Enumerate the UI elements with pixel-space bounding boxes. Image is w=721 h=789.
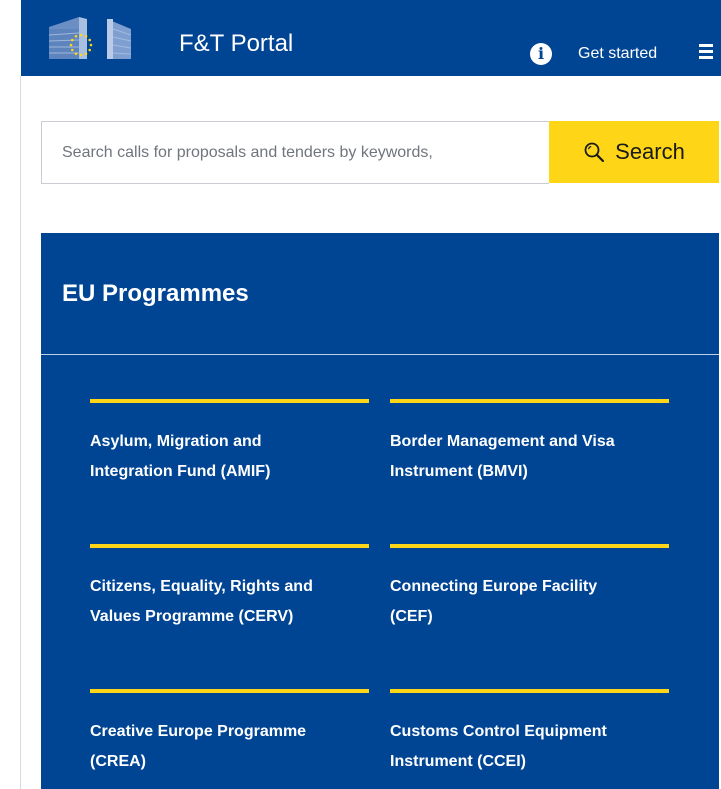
panel-divider <box>41 354 719 355</box>
info-icon[interactable]: i <box>530 43 552 65</box>
programme-label: Connecting Europe Facility (CEF) <box>390 572 660 632</box>
search-button[interactable]: Search <box>549 121 719 183</box>
panel-title: EU Programmes <box>62 280 249 307</box>
get-started-link[interactable]: Get started <box>578 44 657 64</box>
app-title[interactable]: F&T Portal <box>179 30 293 58</box>
programme-label: Asylum, Migration and Integration Fund (… <box>90 427 360 487</box>
eu-programmes-panel: EU Programmes Asylum, Migration and Inte… <box>41 233 719 789</box>
programme-label-line1: Customs Control Equipment <box>390 723 607 740</box>
left-gutter <box>0 0 21 789</box>
programme-label: Border Management and Visa Instrument (B… <box>390 427 660 487</box>
search-input[interactable] <box>41 121 549 184</box>
programme-label-line2: Instrument (CCEI) <box>390 753 526 770</box>
programme-label-line1: Asylum, Migration and <box>90 433 262 450</box>
hamburger-menu-icon[interactable] <box>699 44 713 60</box>
programme-label-line2: Values Programme (CERV) <box>90 608 294 625</box>
programme-label-line1: Connecting Europe Facility <box>390 578 598 595</box>
programme-accent-bar <box>390 689 669 693</box>
programme-accent-bar <box>390 544 669 548</box>
programme-accent-bar <box>90 399 369 403</box>
programme-label: Customs Control Equipment Instrument (CC… <box>390 717 660 777</box>
page: F&T Portal i Get started Search EU Progr… <box>0 0 721 789</box>
top-header: F&T Portal i Get started <box>21 0 721 76</box>
programme-label-line2: (CEF) <box>390 608 433 625</box>
programme-label: Creative Europe Programme (CREA) <box>90 717 360 777</box>
magnifier-icon <box>584 142 605 163</box>
programme-label-line1: Citizens, Equality, Rights and <box>90 578 313 595</box>
programme-label-line2: Instrument (BMVI) <box>390 463 528 480</box>
programme-label-line1: Creative Europe Programme <box>90 723 307 740</box>
left-gutter-border <box>20 76 21 789</box>
programme-label-line2: (CREA) <box>90 753 146 770</box>
programme-accent-bar <box>90 689 369 693</box>
programme-label-line1: Border Management and Visa <box>390 433 615 450</box>
programme-accent-bar <box>90 544 369 548</box>
search-button-label: Search <box>615 139 685 164</box>
programme-label-line2: Integration Fund (AMIF) <box>90 463 271 480</box>
european-commission-logo-icon[interactable] <box>35 15 145 61</box>
programme-label: Citizens, Equality, Rights and Values Pr… <box>90 572 360 632</box>
programme-accent-bar <box>390 399 669 403</box>
